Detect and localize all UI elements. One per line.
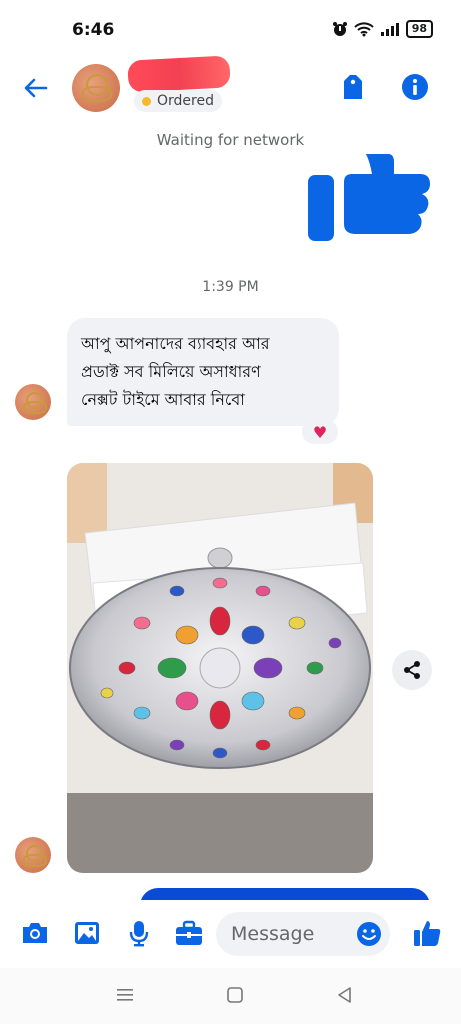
home-icon[interactable]: [226, 986, 244, 1004]
heart-icon: ♥: [312, 422, 328, 442]
heart-reaction[interactable]: ♥: [302, 420, 338, 444]
message-line: নেক্সট টাইমে আবার নিবো: [81, 390, 245, 409]
received-message-bubble[interactable]: আপু আপনাদের ব্যাবহার আর প্রডাক্ট সব মিলি…: [67, 318, 339, 426]
camera-icon[interactable]: [20, 918, 50, 948]
gallery-icon[interactable]: [72, 918, 102, 948]
like-icon[interactable]: [412, 918, 442, 948]
alarm-icon: [332, 22, 347, 36]
recent-apps-icon[interactable]: [116, 986, 134, 1004]
back-arrow-icon[interactable]: [22, 74, 50, 102]
contact-avatar[interactable]: [72, 64, 120, 112]
message-line: প্রডাক্ট সব মিলিয়ে অসাধারণ: [81, 362, 261, 381]
order-status-chip[interactable]: Ordered: [134, 90, 222, 112]
system-nav-bar: [0, 968, 461, 1024]
battery-indicator: 98: [405, 20, 433, 38]
share-button[interactable]: [392, 650, 432, 690]
info-icon[interactable]: [400, 72, 430, 102]
status-icons: 98: [332, 20, 433, 38]
sender-avatar[interactable]: [15, 384, 51, 420]
back-nav-icon[interactable]: [336, 986, 354, 1004]
clutch-bag-image: [67, 463, 373, 873]
chat-header: Ordered: [0, 55, 461, 120]
briefcase-icon[interactable]: [174, 918, 204, 948]
network-status: Waiting for network: [156, 131, 305, 149]
status-dot: [142, 96, 151, 106]
contact-name-redacted[interactable]: [127, 55, 231, 93]
tag-icon[interactable]: [338, 72, 368, 102]
status-bar: 6:46 98: [0, 0, 461, 56]
message-placeholder: Message: [231, 923, 315, 945]
status-time: 6:46: [72, 20, 115, 40]
share-icon: [404, 661, 420, 679]
microphone-icon[interactable]: [124, 918, 154, 948]
wifi-icon: [353, 22, 374, 37]
order-status-label: Ordered: [157, 93, 214, 109]
sender-avatar[interactable]: [15, 837, 51, 873]
emoji-icon[interactable]: [356, 921, 382, 947]
signal-icon: [380, 23, 399, 36]
message-line: আপু আপনাদের ব্যাবহার আর: [81, 334, 270, 353]
product-photo[interactable]: [67, 463, 373, 873]
thumbs-up-sticker-icon[interactable]: [308, 154, 430, 244]
message-timestamp: 1:39 PM: [202, 279, 259, 295]
